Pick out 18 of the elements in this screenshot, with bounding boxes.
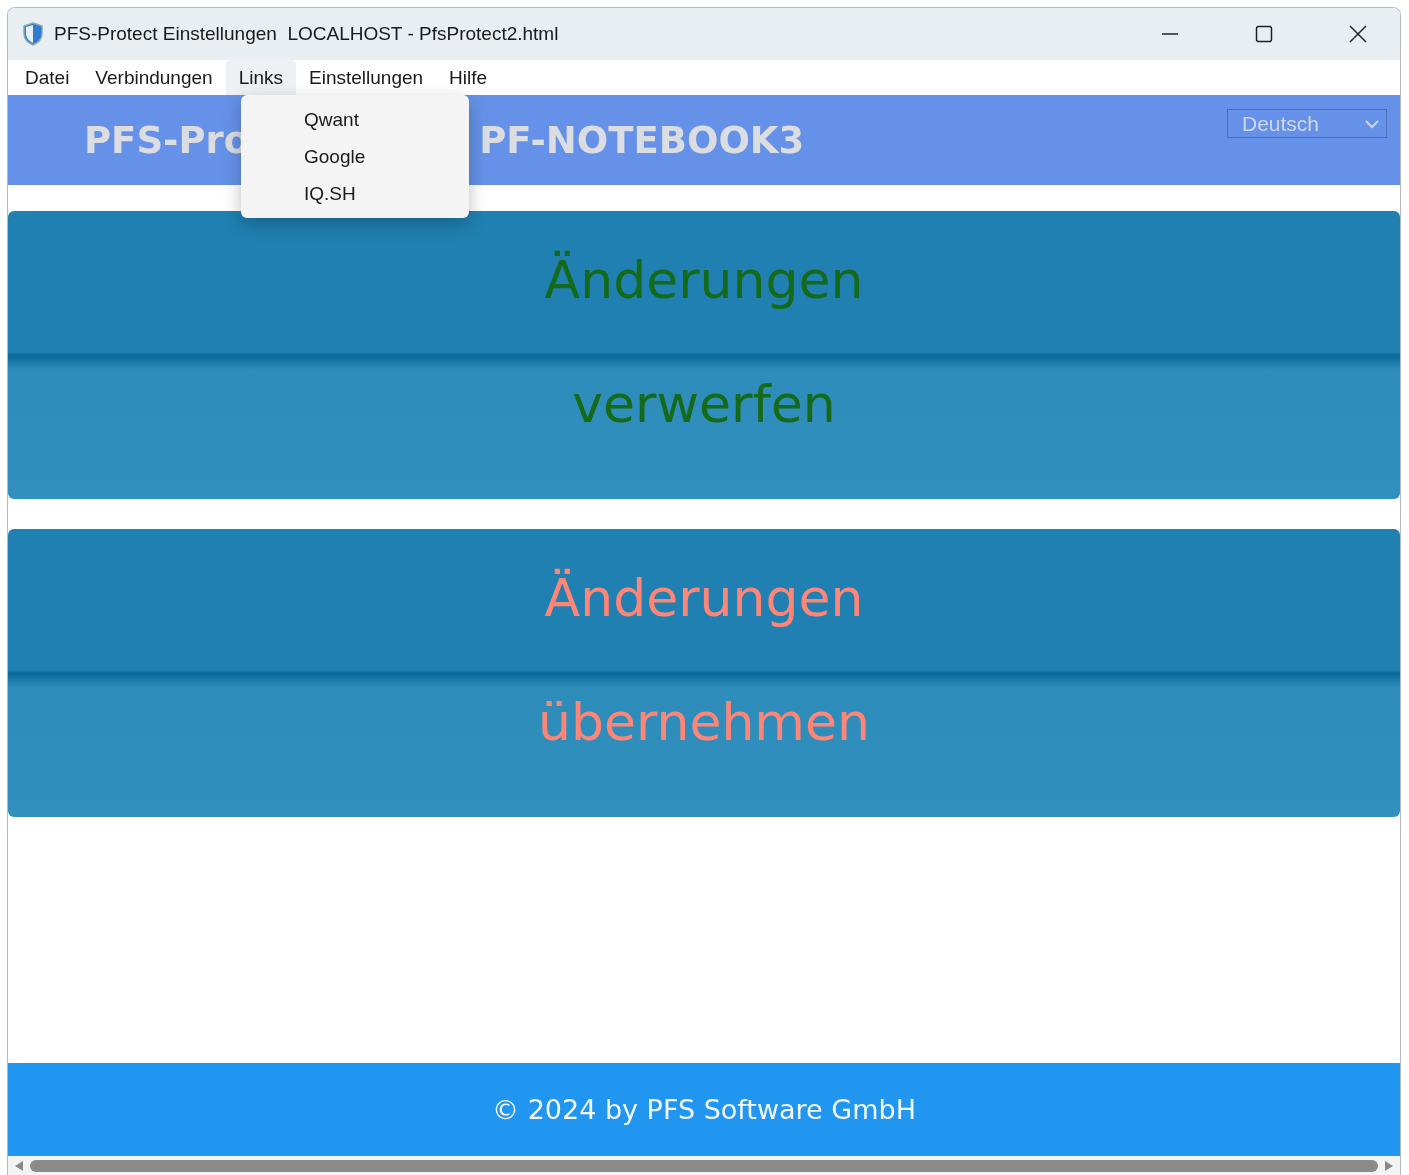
dropdown-item[interactable]: IQ.SH (241, 175, 469, 212)
copyright-text: © 2024 by PFS Software GmbH (492, 1094, 916, 1125)
dropdown-item[interactable]: Google (241, 138, 469, 175)
maximize-icon (1255, 25, 1273, 43)
right-arrow-icon[interactable] (1384, 1160, 1394, 1172)
menu-item[interactable]: Links (225, 60, 296, 95)
minimize-icon (1161, 33, 1179, 35)
close-icon (1348, 24, 1368, 44)
menu-item[interactable]: Verbindungen (82, 60, 226, 95)
window-title: PFS-Protect Einstellungen LOCALHOST - PfsProtect2.html (54, 23, 560, 45)
dropdown-item[interactable]: Qwant (241, 101, 469, 138)
chevron-down-icon (1364, 118, 1380, 129)
left-arrow-icon[interactable] (14, 1160, 24, 1172)
menu-item[interactable]: Einstellungen (296, 60, 437, 95)
menu-item[interactable]: Hilfe (436, 60, 501, 95)
shield-icon (22, 22, 44, 46)
host-name: PF-NOTEBOOK3 (479, 118, 805, 162)
menu-item[interactable]: Datei (12, 60, 83, 95)
